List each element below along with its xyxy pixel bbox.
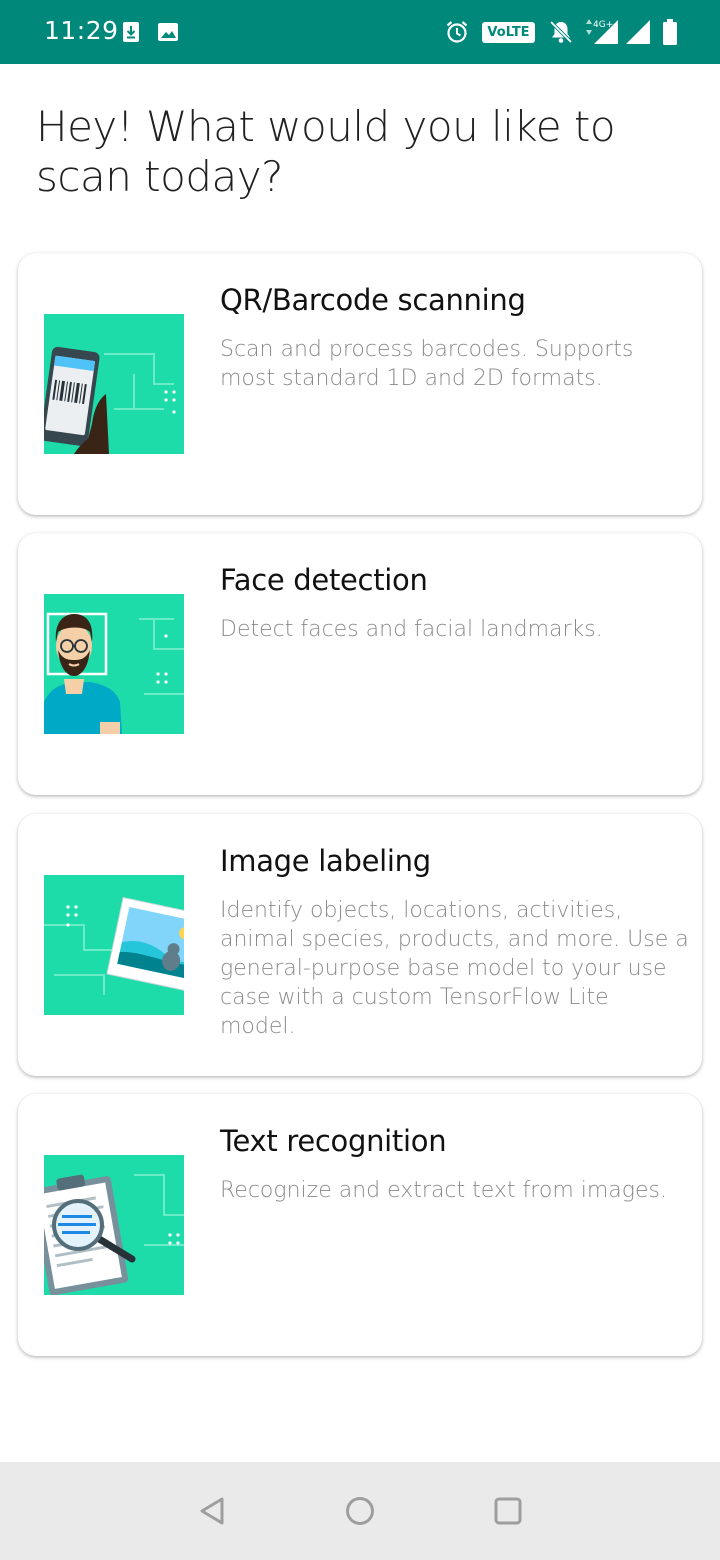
card-title: Image labeling [220,844,431,878]
card-description: Identify objects, locations, activities,… [220,898,689,1039]
barcode-phone-illustration [44,314,184,454]
status-time: 11:29 [44,16,119,45]
signal-icon [626,20,650,44]
card-description: Scan and process barcodes. Supports most… [220,337,634,391]
home-icon[interactable] [338,1489,382,1533]
download-icon [123,22,139,42]
volte-badge: VoLTE 1 [482,22,535,61]
status-bar: 11:29 VoLTE 1 4G+ [0,0,720,64]
face-detection-card[interactable]: Face detection Detect faces and facial l… [18,533,702,795]
document-magnifier-illustration [44,1155,184,1295]
text-recognition-card[interactable]: Text recognition Recognize and extract t… [18,1094,702,1356]
card-title: Text recognition [220,1124,447,1158]
battery-icon [663,19,677,45]
photo-labeling-illustration [44,875,184,1015]
back-icon[interactable] [190,1489,234,1533]
face-illustration [44,594,184,734]
alarm-icon [446,21,468,43]
notifications-off-icon [549,20,573,44]
navigation-bar [0,1462,720,1560]
card-title: QR/Barcode scanning [220,283,526,317]
image-labeling-card[interactable]: Image labeling Identify objects, locatio… [18,814,702,1076]
image-icon [158,23,178,41]
signal-4g-icon: 4G+ [586,19,618,44]
recents-icon[interactable] [486,1489,530,1533]
card-title: Face detection [220,563,428,597]
card-description: Detect faces and facial landmarks. [220,617,603,642]
qr-barcode-scanning-card[interactable]: QR/Barcode scanning Scan and process bar… [18,253,702,515]
card-description: Recognize and extract text from images. [220,1178,667,1203]
page-title: Hey! What would you like to scan today? [36,102,616,201]
